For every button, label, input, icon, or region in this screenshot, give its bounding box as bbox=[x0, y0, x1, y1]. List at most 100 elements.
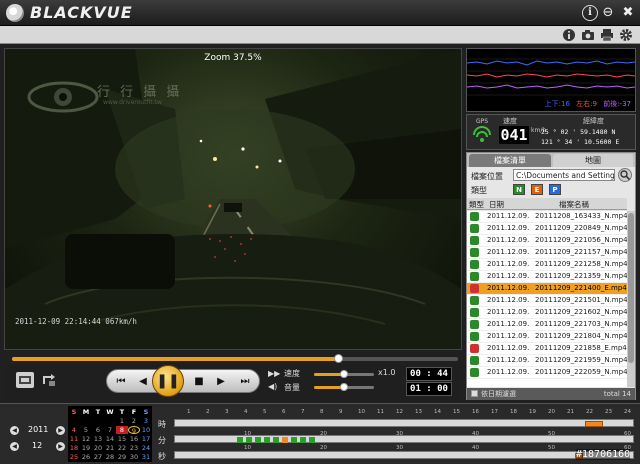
video-display[interactable]: 行 行 攝 攝 www.driveroutfit.tw Zoom 37.5% 2… bbox=[5, 49, 461, 349]
camera-icon[interactable] bbox=[581, 28, 595, 42]
calendar-day[interactable]: 27 bbox=[92, 453, 104, 461]
tab-file-list[interactable]: 檔案清單 bbox=[469, 154, 551, 167]
file-date: 2011.12.09. bbox=[487, 356, 530, 364]
file-list-row[interactable]: 2011.12.09. 20111208_163433_N.mp4 bbox=[467, 211, 627, 223]
calendar-day[interactable]: 1 bbox=[116, 417, 128, 425]
filter-normal-button[interactable]: N bbox=[513, 184, 525, 195]
column-type[interactable]: 類型 bbox=[469, 199, 484, 210]
calendar-day[interactable]: 30 bbox=[128, 453, 140, 461]
calendar-day[interactable]: 20 bbox=[92, 444, 104, 452]
calendar-day[interactable]: 23 bbox=[128, 444, 140, 452]
first-file-button[interactable]: ⏮ bbox=[111, 372, 131, 392]
file-list-row[interactable]: 2011.12.09. 20111209_220849_N.mp4 bbox=[467, 223, 627, 235]
file-list-row[interactable]: 2011.12.09. 20111209_221400_E.mp4 bbox=[467, 283, 627, 295]
volume-slider-handle[interactable] bbox=[340, 383, 348, 391]
minute-recording-segment[interactable] bbox=[309, 437, 315, 443]
month-value: 12 bbox=[32, 441, 43, 450]
file-list-row[interactable]: 2011.12.09. 20111209_221804_N.mp4 bbox=[467, 331, 627, 343]
about-info-icon[interactable]: i bbox=[582, 5, 598, 21]
zoom-level-label: Zoom 37.5% bbox=[204, 53, 262, 63]
minute-recording-segment[interactable] bbox=[246, 437, 252, 443]
settings-icon[interactable] bbox=[619, 28, 633, 42]
file-list-row[interactable]: 2011.12.09. 20111209_221959_N.mp4 bbox=[467, 355, 627, 367]
calendar-day[interactable]: 26 bbox=[80, 453, 92, 461]
file-list-scrollbar[interactable] bbox=[627, 211, 635, 387]
column-filename[interactable]: 檔案名稱 bbox=[559, 199, 589, 210]
column-date[interactable]: 日期 bbox=[489, 199, 504, 210]
calendar-day[interactable]: 25 bbox=[68, 453, 80, 461]
calendar-day[interactable]: 19 bbox=[80, 444, 92, 452]
info-icon[interactable] bbox=[562, 28, 576, 42]
close-icon[interactable]: ✖ bbox=[620, 5, 636, 21]
calendar-day[interactable]: 7 bbox=[104, 426, 116, 434]
gps-speed-value: 041 bbox=[499, 126, 529, 144]
file-list-row[interactable]: 2011.12.09. 20111209_221157_N.mp4 bbox=[467, 247, 627, 259]
fullscreen-icon[interactable] bbox=[16, 372, 34, 388]
calendar-day[interactable]: 8 bbox=[116, 426, 128, 434]
calendar-day[interactable]: 2 bbox=[128, 417, 140, 425]
calendar-day[interactable]: 24 bbox=[140, 444, 152, 452]
minute-timeline[interactable] bbox=[174, 435, 634, 443]
minute-recording-segment[interactable] bbox=[237, 437, 243, 443]
calendar-day[interactable]: 15 bbox=[116, 435, 128, 443]
calendar-day[interactable]: 31 bbox=[140, 453, 152, 461]
file-list-row[interactable]: 2011.12.09. 20111209_221858_E.mp4 bbox=[467, 343, 627, 355]
calendar-day[interactable]: 10 bbox=[140, 426, 152, 434]
calendar-day[interactable]: 22 bbox=[116, 444, 128, 452]
calendar-day[interactable]: 16 bbox=[128, 435, 140, 443]
file-list-row[interactable]: 2011.12.09. 20111209_222059_N.mp4 bbox=[467, 367, 627, 379]
file-list-row[interactable]: 2011.12.09. 20111209_221501_N.mp4 bbox=[467, 295, 627, 307]
file-list-row[interactable]: 2011.12.09. 20111209_221602_N.mp4 bbox=[467, 307, 627, 319]
calendar-day[interactable]: 18 bbox=[68, 444, 80, 452]
last-file-button[interactable]: ⏭ bbox=[235, 372, 255, 392]
timeline-tick-label: 16 bbox=[472, 409, 479, 415]
minute-recording-segment[interactable] bbox=[291, 437, 297, 443]
calendar-day[interactable]: 28 bbox=[104, 453, 116, 461]
calendar-day[interactable]: 5 bbox=[80, 426, 92, 434]
file-list-row[interactable]: 2011.12.09. 20111209_221703_N.mp4 bbox=[467, 319, 627, 331]
hour-timeline[interactable] bbox=[174, 419, 634, 427]
calendar-day[interactable]: 11 bbox=[68, 435, 80, 443]
filter-event-button[interactable]: E bbox=[531, 184, 543, 195]
previous-month-arrow-icon[interactable]: ◀ bbox=[10, 442, 19, 451]
calendar-day[interactable]: 6 bbox=[92, 426, 104, 434]
calendar-day[interactable]: 4 bbox=[68, 426, 80, 434]
print-icon[interactable] bbox=[600, 28, 614, 42]
tab-map[interactable]: 地圖 bbox=[553, 154, 633, 167]
next-year-arrow-icon[interactable]: ▶ bbox=[56, 426, 65, 435]
speed-slider-handle[interactable] bbox=[340, 370, 348, 378]
calendar-day[interactable]: 17 bbox=[140, 435, 152, 443]
calendar-day[interactable]: 13 bbox=[92, 435, 104, 443]
calendar-day[interactable]: 29 bbox=[116, 453, 128, 461]
calendar-day[interactable]: 3 bbox=[140, 417, 152, 425]
minute-recording-segment[interactable] bbox=[255, 437, 261, 443]
browse-folder-search-icon[interactable] bbox=[618, 168, 632, 182]
filter-parking-button[interactable]: P bbox=[549, 184, 561, 195]
minute-recording-segment[interactable] bbox=[282, 437, 288, 443]
calendar-day[interactable]: 9 bbox=[128, 426, 140, 435]
file-list-row[interactable]: 2011.12.09. 20111209_221258_N.mp4 bbox=[467, 259, 627, 271]
calendar-day[interactable]: 21 bbox=[104, 444, 116, 452]
calendar-day[interactable]: 14 bbox=[104, 435, 116, 443]
rotate-video-icon[interactable] bbox=[40, 372, 58, 388]
minute-recording-segment[interactable] bbox=[300, 437, 306, 443]
seek-bar-handle[interactable] bbox=[333, 354, 343, 363]
file-list-scroll-thumb[interactable] bbox=[628, 213, 634, 363]
file-list-row[interactable]: 2011.12.09. 20111209_221056_N.mp4 bbox=[467, 235, 627, 247]
play-pause-button[interactable]: ❚❚ bbox=[152, 365, 184, 397]
minimize-icon[interactable]: ⊖ bbox=[600, 5, 616, 21]
hour-recording-marker[interactable] bbox=[585, 421, 603, 427]
previous-frame-button[interactable]: ◀ bbox=[133, 372, 153, 392]
next-month-arrow-icon[interactable]: ▶ bbox=[56, 442, 65, 451]
minute-recording-segment[interactable] bbox=[264, 437, 270, 443]
previous-year-arrow-icon[interactable]: ◀ bbox=[10, 426, 19, 435]
minute-recording-segment[interactable] bbox=[273, 437, 279, 443]
next-frame-button[interactable]: ▶ bbox=[211, 372, 231, 392]
second-timeline[interactable] bbox=[174, 451, 634, 459]
folder-path-field[interactable]: C:\Documents and Settings bbox=[513, 169, 615, 181]
calendar-day[interactable]: 12 bbox=[80, 435, 92, 443]
filter-by-date-checkbox[interactable] bbox=[471, 390, 478, 397]
file-list-row[interactable]: 2011.12.09. 20111209_221359_N.mp4 bbox=[467, 271, 627, 283]
stop-button[interactable]: ■ bbox=[189, 372, 209, 392]
seek-bar[interactable] bbox=[12, 357, 458, 361]
